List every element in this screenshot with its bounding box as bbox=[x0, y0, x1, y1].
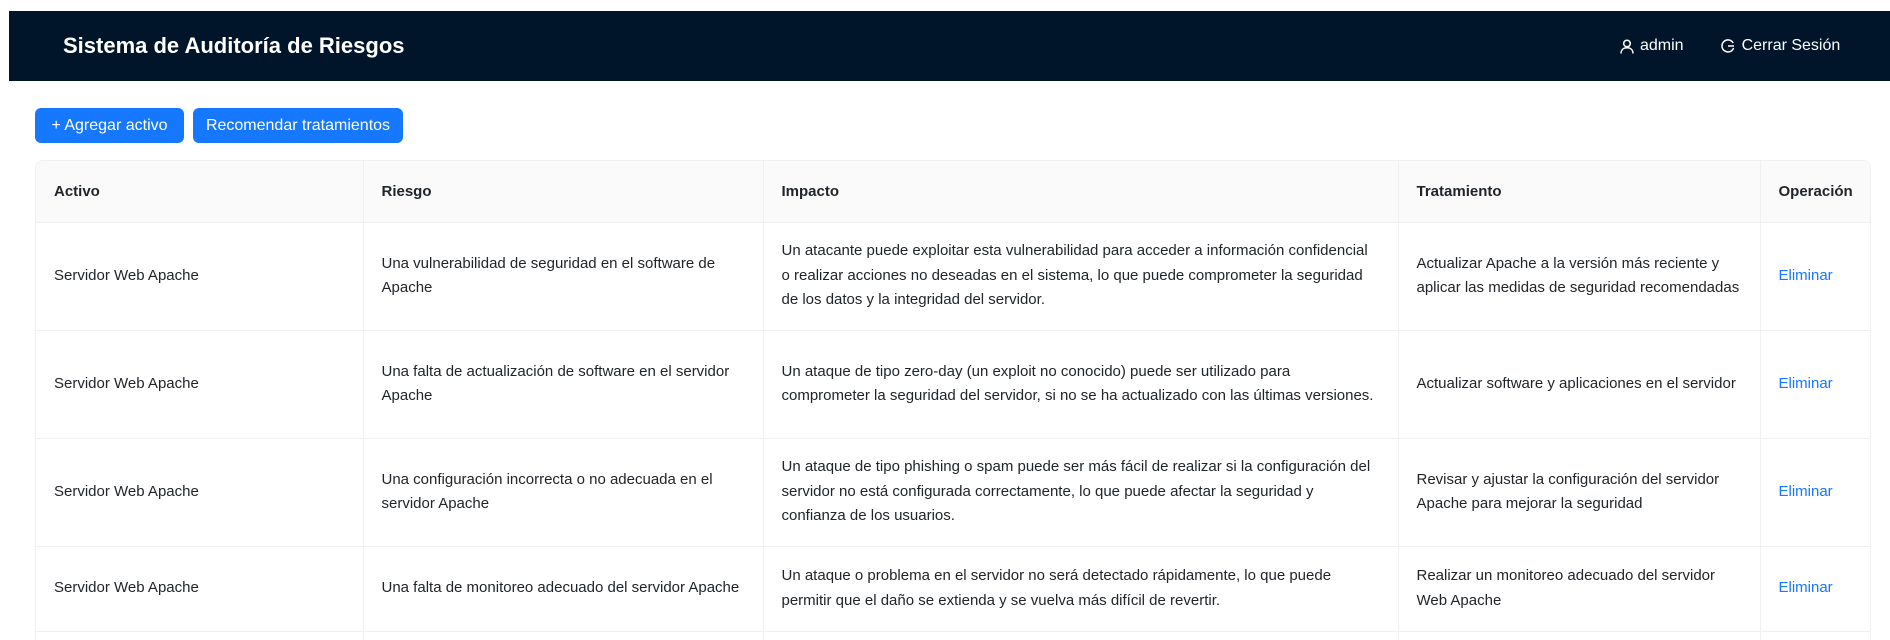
cell-tratamiento: Actualizar Apache a la versión más recie… bbox=[1398, 222, 1761, 331]
user-icon bbox=[1620, 38, 1634, 54]
logout-icon bbox=[1720, 39, 1734, 53]
cell-activo: Servidor Web Apache bbox=[36, 330, 364, 439]
table-row: Servidor Web Apache Una falta de monitor… bbox=[36, 546, 1870, 632]
table-header-row: Activo Riesgo Impacto Tratamiento Operac… bbox=[36, 161, 1870, 223]
user-label: admin bbox=[1640, 37, 1684, 54]
cell-riesgo: Una falta de monitoreo adecuado del serv… bbox=[363, 546, 764, 632]
cell-activo: Servidor Web Apache bbox=[36, 222, 364, 331]
cell-impacto: Un atacante puede exploitar esta vulnera… bbox=[763, 222, 1399, 331]
logout-label: Cerrar Sesión bbox=[1741, 37, 1841, 54]
cell-operacion: Eliminar bbox=[1760, 330, 1870, 439]
nav-right: admin Cerrar Sesión bbox=[1620, 11, 1840, 81]
cell-operacion: Eliminar bbox=[1760, 222, 1870, 331]
logout-button[interactable]: Cerrar Sesión bbox=[1720, 37, 1841, 55]
cell-impacto: Un ataque de tipo zero-day (un exploit n… bbox=[763, 330, 1399, 439]
cell-impacto: Un ataque de tipo phishing o spam puede … bbox=[763, 438, 1399, 547]
column-header-operacion[interactable]: Operación bbox=[1760, 161, 1870, 223]
cell-activo: Servidor Web Apache bbox=[36, 438, 364, 547]
cell-riesgo: Una vulnerabilidad de seguridad en el so… bbox=[363, 222, 764, 331]
cell-operacion: Eliminar bbox=[1760, 438, 1870, 547]
action-toolbar: + Agregar activo Recomendar tratamientos bbox=[35, 108, 403, 143]
cell-tratamiento: Realizar un monitoreo adecuado del servi… bbox=[1398, 546, 1761, 632]
risk-table: Activo Riesgo Impacto Tratamiento Operac… bbox=[35, 160, 1871, 640]
delete-link[interactable]: Eliminar bbox=[1779, 483, 1833, 500]
cell-activo: Servidor Web Apache bbox=[36, 546, 364, 632]
top-navbar: Sistema de Auditoría de Riesgos admin Ce… bbox=[9, 11, 1890, 81]
cell-impacto: Un ataque o problema en el servidor no s… bbox=[763, 546, 1399, 632]
column-header-activo[interactable]: Activo bbox=[36, 161, 364, 223]
user-menu[interactable]: admin bbox=[1620, 37, 1684, 55]
table-row-partial bbox=[36, 631, 1870, 640]
delete-link[interactable]: Eliminar bbox=[1779, 267, 1833, 284]
cell-tratamiento: Actualizar software y aplicaciones en el… bbox=[1398, 330, 1761, 439]
table-row: Servidor Web Apache Una configuración in… bbox=[36, 438, 1870, 547]
app-title: Sistema de Auditoría de Riesgos bbox=[63, 33, 405, 58]
table-row: Servidor Web Apache Una falta de actuali… bbox=[36, 330, 1870, 439]
add-asset-button[interactable]: + Agregar activo bbox=[35, 108, 184, 143]
cell-riesgo: Una configuración incorrecta o no adecua… bbox=[363, 438, 764, 547]
cell-operacion: Eliminar bbox=[1760, 546, 1870, 632]
delete-link[interactable]: Eliminar bbox=[1779, 375, 1833, 392]
delete-link[interactable]: Eliminar bbox=[1779, 579, 1833, 596]
cell-riesgo: Una falta de actualización de software e… bbox=[363, 330, 764, 439]
column-header-impacto[interactable]: Impacto bbox=[763, 161, 1399, 223]
column-header-tratamiento[interactable]: Tratamiento bbox=[1398, 161, 1761, 223]
cell-tratamiento: Revisar y ajustar la configuración del s… bbox=[1398, 438, 1761, 547]
table-row: Servidor Web Apache Una vulnerabilidad d… bbox=[36, 222, 1870, 331]
recommend-treatments-button[interactable]: Recomendar tratamientos bbox=[193, 108, 403, 143]
column-header-riesgo[interactable]: Riesgo bbox=[363, 161, 764, 223]
